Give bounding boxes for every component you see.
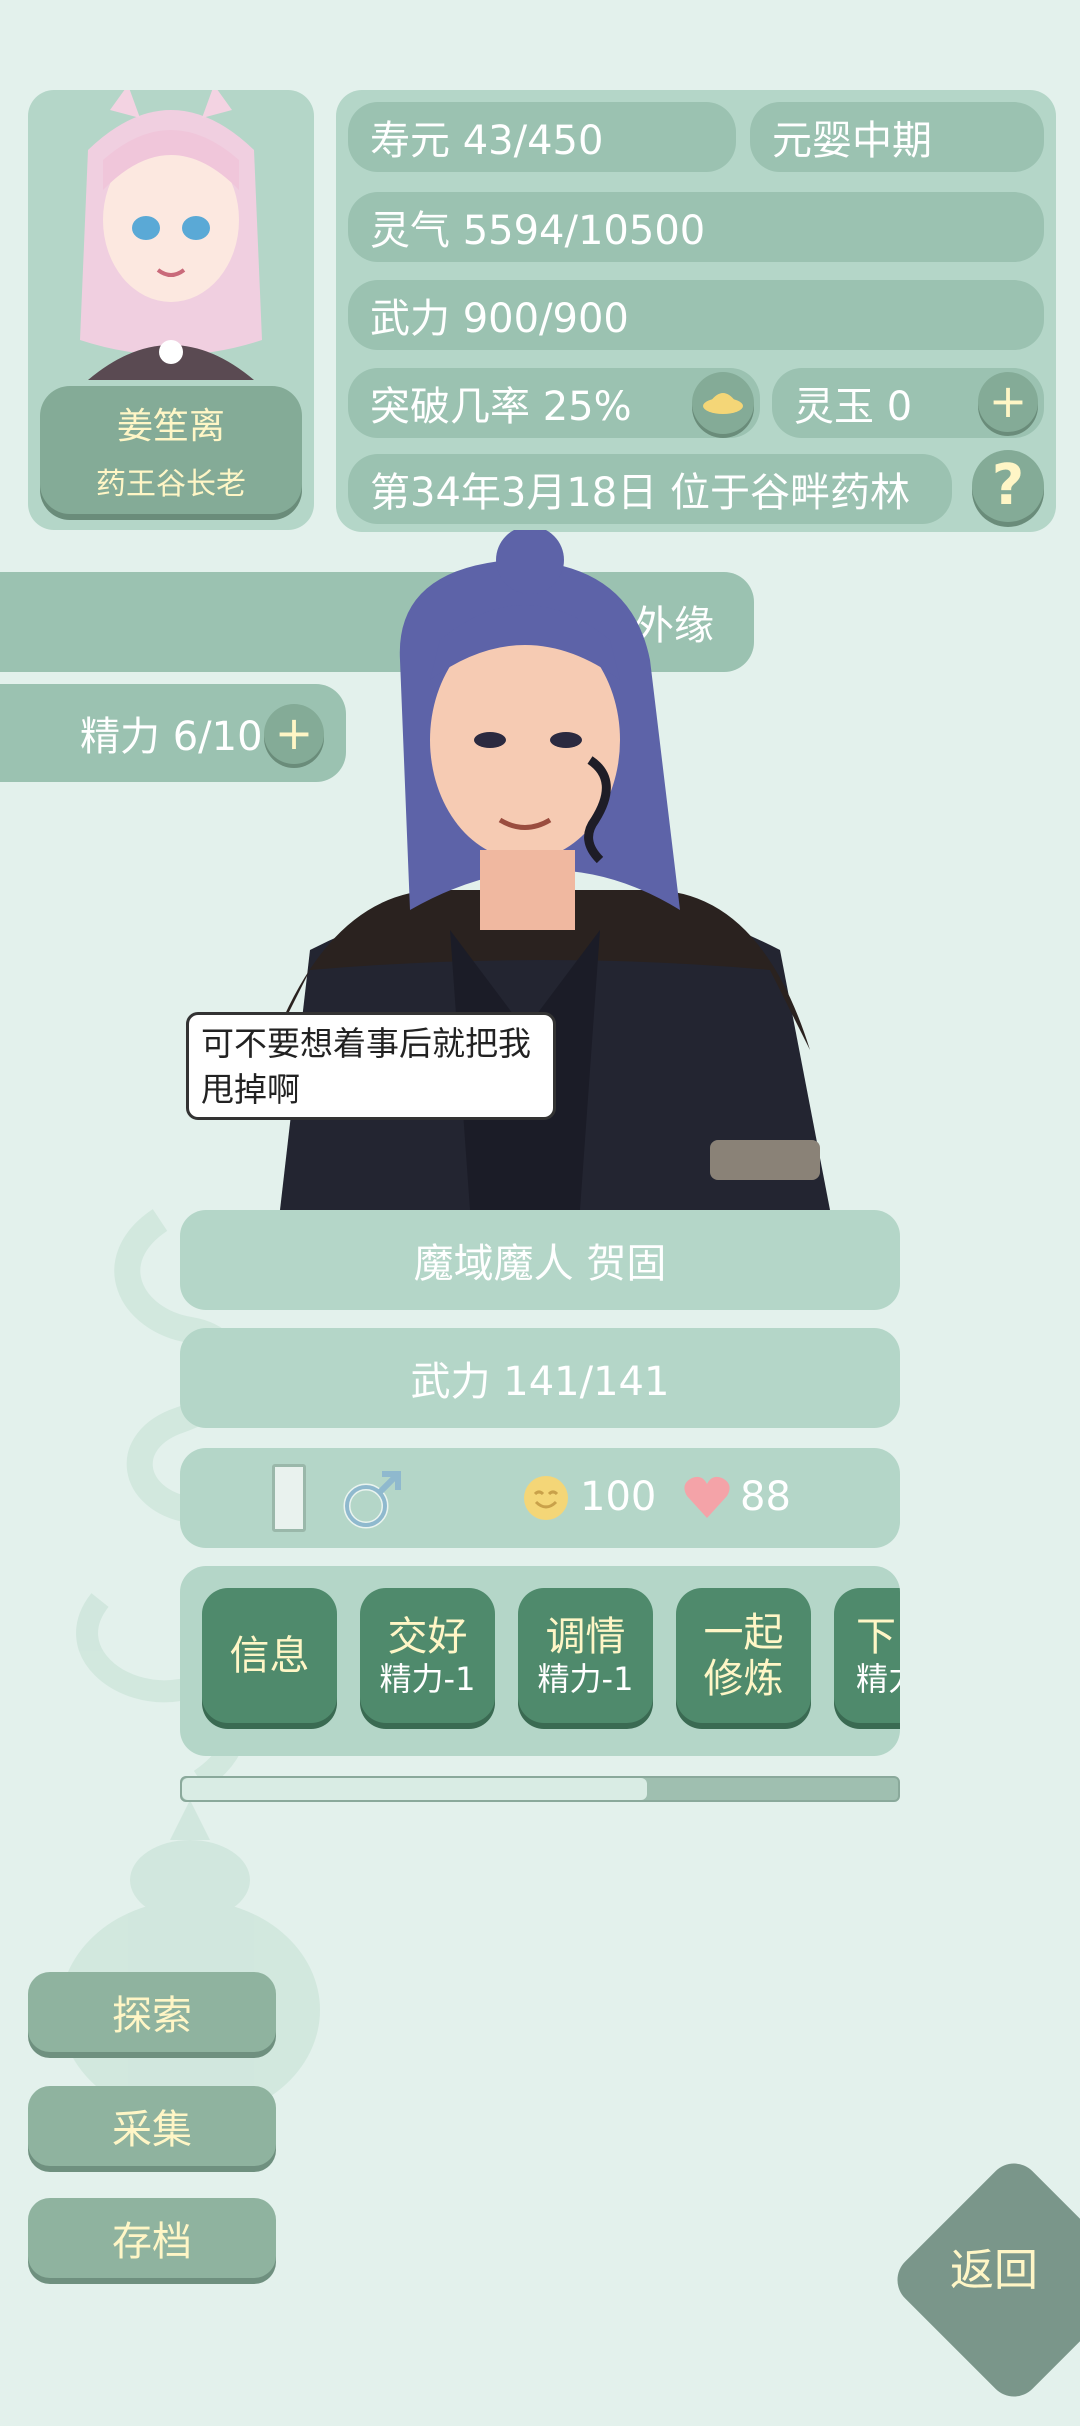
action-befriend-cost: 精力-1 — [379, 1659, 476, 1698]
action-cultivate-label: 一起修炼 — [703, 1609, 784, 1702]
action-flirt-label: 调情 — [545, 1613, 626, 1660]
male-gender-icon — [343, 1471, 401, 1529]
explore-button[interactable]: 探索 — [28, 1972, 276, 2052]
date-location-text: 第34年3月18日 位于谷畔药林 — [370, 470, 910, 516]
qi-stat: 灵气 5594/10500 — [348, 192, 1044, 262]
realm-stat: 元婴中期 — [750, 102, 1044, 172]
date-location-stat: 第34年3月18日 位于谷畔药林 — [348, 454, 952, 524]
action-info-label: 信息 — [229, 1632, 310, 1679]
speech-bubble: 可不要想着事后就把我甩掉啊 — [186, 1012, 556, 1120]
gather-button[interactable]: 采集 — [28, 2086, 276, 2166]
player-portrait — [80, 90, 262, 380]
qi-text: 灵气 5594/10500 — [370, 208, 706, 254]
npc-name-row: 魔域魔人 贺固 — [180, 1210, 900, 1310]
npc-power-row: 武力 141/141 — [180, 1328, 900, 1428]
action-next-button[interactable]: 下 精力 — [834, 1588, 900, 1723]
breakthrough-icon[interactable] — [692, 372, 754, 434]
save-button[interactable]: 存档 — [28, 2198, 276, 2278]
save-label: 存档 — [112, 2219, 192, 2265]
player-name-plate[interactable]: 姜笙离 药王谷长老 — [40, 386, 302, 514]
breakthrough-text: 突破几率 25% — [370, 384, 632, 430]
action-cultivate-button[interactable]: 一起修炼 — [676, 1588, 811, 1723]
player-name: 姜笙离 — [116, 406, 225, 447]
action-info-button[interactable]: 信息 — [202, 1588, 337, 1723]
power-text: 武力 900/900 — [370, 296, 629, 342]
action-flirt-cost: 精力-1 — [537, 1659, 634, 1698]
jade-text: 灵玉 0 — [794, 384, 913, 430]
smile-icon — [524, 1476, 568, 1520]
heart-icon — [684, 1476, 730, 1518]
action-next-cost: 精力 — [856, 1659, 900, 1698]
action-befriend-button[interactable]: 交好 精力-1 — [360, 1588, 495, 1723]
action-panel: 信息 交好 精力-1 调情 精力-1 一起修炼 下 精力 — [180, 1566, 900, 1756]
power-stat: 武力 900/900 — [348, 280, 1044, 350]
help-button[interactable]: ? — [972, 450, 1044, 522]
action-befriend-label: 交好 — [387, 1613, 468, 1660]
player-card: 姜笙离 药王谷长老 — [28, 90, 314, 530]
lifespan-text: 寿元 43/450 — [370, 118, 604, 164]
energy-text: 精力 6/10 — [80, 714, 263, 760]
gather-label: 采集 — [112, 2107, 192, 2153]
action-scrollbar[interactable] — [180, 1776, 900, 1802]
action-scrollbar-thumb[interactable] — [182, 1778, 648, 1800]
lotus-icon — [703, 393, 743, 414]
lifespan-stat: 寿元 43/450 — [348, 102, 736, 172]
npc-mood-value: 100 — [580, 1474, 657, 1520]
talisman-card-icon[interactable] — [272, 1464, 306, 1532]
speech-text: 可不要想着事后就把我甩掉啊 — [201, 1024, 531, 1109]
add-jade-button[interactable]: + — [978, 372, 1038, 432]
explore-label: 探索 — [112, 1993, 192, 2039]
npc-status-row: 100 88 — [180, 1448, 900, 1548]
action-flirt-button[interactable]: 调情 精力-1 — [518, 1588, 653, 1723]
player-title: 药王谷长老 — [96, 467, 246, 502]
npc-power: 武力 141/141 — [410, 1359, 670, 1405]
back-button[interactable]: 返回 — [880, 2146, 1080, 2426]
npc-name: 魔域魔人 贺固 — [413, 1241, 667, 1287]
question-icon: ? — [991, 453, 1025, 518]
action-next-label: 下 — [856, 1613, 896, 1660]
realm-text: 元婴中期 — [772, 118, 932, 164]
npc-affection-value: 88 — [740, 1474, 791, 1520]
back-label: 返回 — [950, 2245, 1038, 2296]
